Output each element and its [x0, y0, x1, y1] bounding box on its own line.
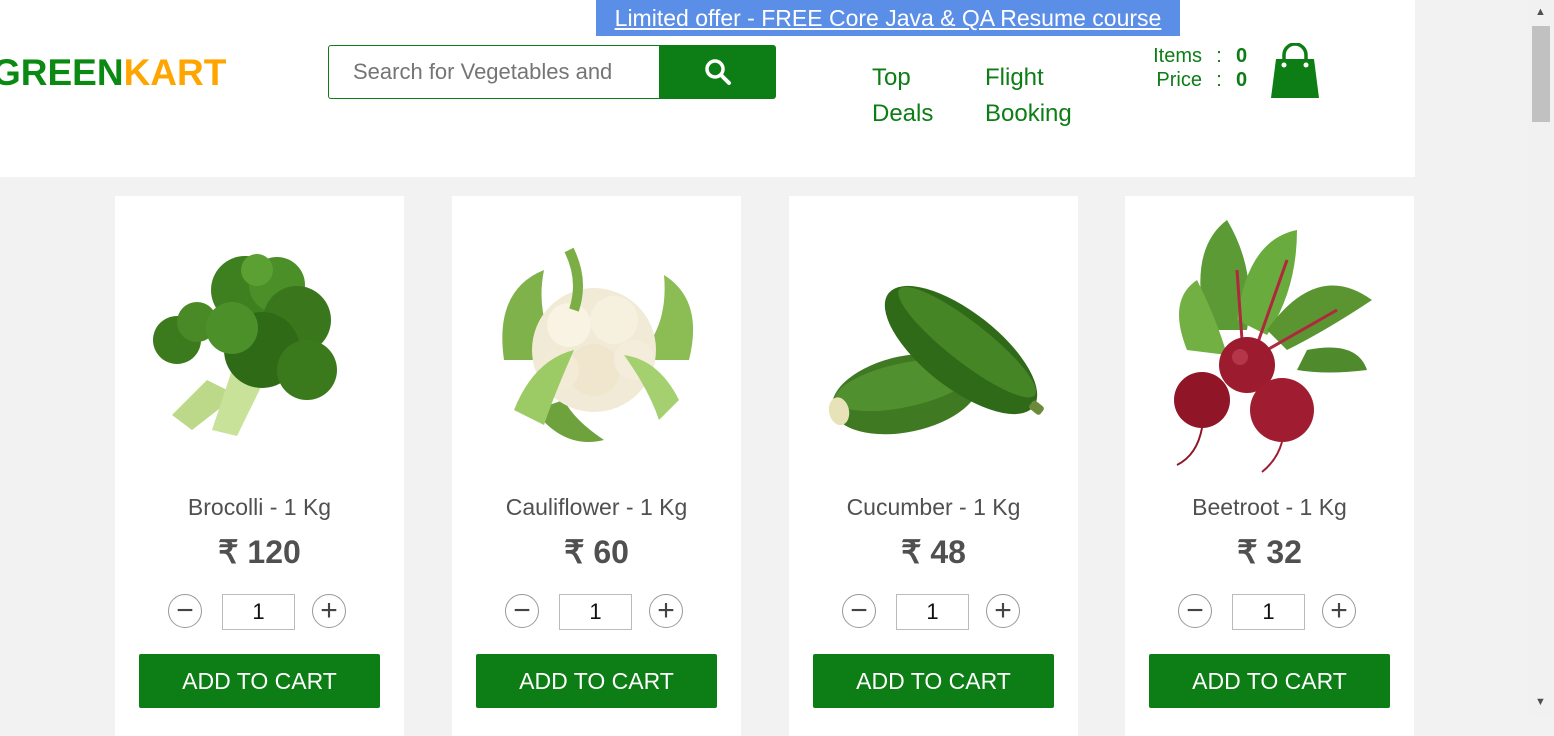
quantity-input[interactable]	[559, 594, 632, 630]
add-to-cart-button[interactable]: ADD TO CART	[476, 654, 717, 708]
page-scrollbar[interactable]: ▲ ▼	[1529, 0, 1554, 717]
logo-green-text: GREEN	[0, 52, 124, 93]
decrement-button[interactable]: −	[842, 594, 876, 628]
scroll-up-arrow-icon[interactable]: ▲	[1535, 6, 1546, 18]
product-image-cucumber	[828, 285, 1044, 435]
offer-banner-link[interactable]: Limited offer - FREE Core Java & QA Resu…	[596, 0, 1180, 36]
add-to-cart-button[interactable]: ADD TO CART	[139, 654, 380, 708]
increment-button[interactable]: +	[1322, 594, 1356, 628]
decrement-button[interactable]: −	[505, 594, 539, 628]
product-price: ₹ 120	[218, 534, 301, 570]
product-name: Cauliflower - 1 Kg	[505, 494, 688, 520]
logo-kart-text: KART	[123, 52, 227, 93]
product-image-beetroot	[1174, 220, 1372, 473]
cart-items-separator: :	[1216, 45, 1222, 67]
decrement-button[interactable]: −	[1178, 594, 1212, 628]
product-image-cauliflower	[502, 247, 694, 442]
product-price: ₹ 32	[1237, 534, 1302, 570]
product-card-cucumber: Cucumber - 1 Kg ₹ 48 − + ADD TO CART	[789, 196, 1078, 736]
quantity-input[interactable]	[222, 594, 295, 630]
header: Limited offer - FREE Core Java & QA Resu…	[0, 0, 1415, 177]
increment-button[interactable]: +	[986, 594, 1020, 628]
increment-button[interactable]: +	[649, 594, 683, 628]
add-to-cart-button[interactable]: ADD TO CART	[813, 654, 1054, 708]
product-price: ₹ 48	[901, 534, 966, 570]
quantity-input[interactable]	[1232, 594, 1305, 630]
product-image-brocolli	[153, 254, 337, 436]
nav-top-deals[interactable]: Top Deals	[872, 60, 982, 132]
cart-price-total: 0	[1236, 69, 1248, 91]
increment-button[interactable]: +	[312, 594, 346, 628]
scrollbar-thumb[interactable]	[1532, 26, 1550, 122]
cart-price-row: Price : 0	[1130, 68, 1247, 92]
product-card-cauliflower: Cauliflower - 1 Kg ₹ 60 − + ADD TO CART	[452, 196, 741, 736]
shopping-bag-icon	[1271, 42, 1319, 98]
search-input[interactable]	[328, 45, 659, 99]
cart-price-separator: :	[1216, 69, 1222, 91]
cart-info: Items : 0 Price : 0	[1130, 44, 1247, 92]
search-icon	[704, 59, 731, 85]
add-to-cart-button[interactable]: ADD TO CART	[1149, 654, 1390, 708]
product-name: Brocolli - 1 Kg	[187, 494, 332, 520]
cart-items-label: Items	[1153, 45, 1202, 67]
brand-logo: GREENKART	[0, 52, 226, 94]
product-card-brocolli: Brocolli - 1 Kg ₹ 120 − + ADD TO CART	[115, 196, 404, 736]
decrement-button[interactable]: −	[168, 594, 202, 628]
search-button[interactable]	[659, 45, 776, 99]
product-name: Beetroot - 1 Kg	[1192, 494, 1347, 520]
product-price: ₹ 60	[564, 534, 629, 570]
product-card-beetroot: Beetroot - 1 Kg ₹ 32 − + ADD TO CART	[1125, 196, 1414, 736]
nav-flight-booking[interactable]: Flight Booking	[985, 60, 1095, 132]
cart-items-row: Items : 0	[1130, 44, 1247, 68]
product-name: Cucumber - 1 Kg	[846, 494, 1021, 520]
page: Limited offer - FREE Core Java & QA Resu…	[0, 0, 1415, 736]
cart-price-label: Price	[1156, 69, 1202, 91]
quantity-input[interactable]	[896, 594, 969, 630]
cart-button[interactable]	[1268, 42, 1322, 101]
scroll-down-arrow-icon[interactable]: ▼	[1535, 696, 1546, 708]
cart-items-count: 0	[1236, 45, 1248, 67]
